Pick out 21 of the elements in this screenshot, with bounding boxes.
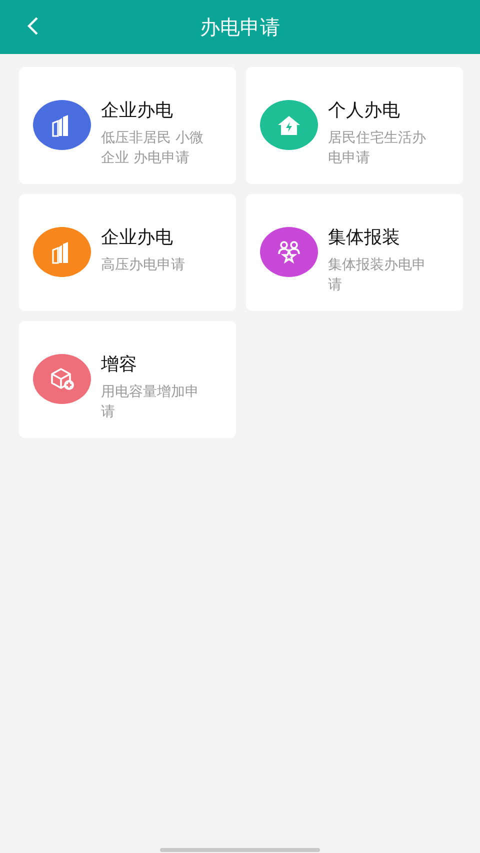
card-description: 用电容量增加申请 (101, 383, 200, 422)
house-icon (278, 116, 300, 135)
card-description: 居民住宅生活办电申请 (328, 129, 427, 168)
box-plus-icon (51, 368, 74, 390)
card-description: 集体报装办电申请 (328, 256, 427, 295)
building-icon (52, 242, 68, 264)
card-title: 集体报装 (328, 226, 401, 250)
page-title: 办电申请 (200, 14, 280, 40)
service-card[interactable]: 增容 用电容量增加申请 (19, 321, 236, 438)
service-card[interactable]: 集体报装 集体报装办电申请 (246, 194, 463, 311)
card-description: 低压非居民 小微企业 办电申请 (101, 129, 204, 168)
card-title: 增容 (101, 353, 138, 377)
people-icon (278, 241, 300, 264)
service-card[interactable]: 个人办电 居民住宅生活办电申请 (246, 67, 463, 184)
building-icon (52, 115, 68, 137)
card-title: 企业办电 (101, 226, 174, 250)
card-title: 企业办电 (101, 99, 174, 123)
service-card[interactable]: 企业办电 低压非居民 小微企业 办电申请 (19, 67, 236, 184)
card-description: 高压办电申请 (101, 256, 186, 275)
service-card[interactable]: 企业办电 高压办电申请 (19, 194, 236, 311)
card-title: 个人办电 (328, 99, 401, 123)
